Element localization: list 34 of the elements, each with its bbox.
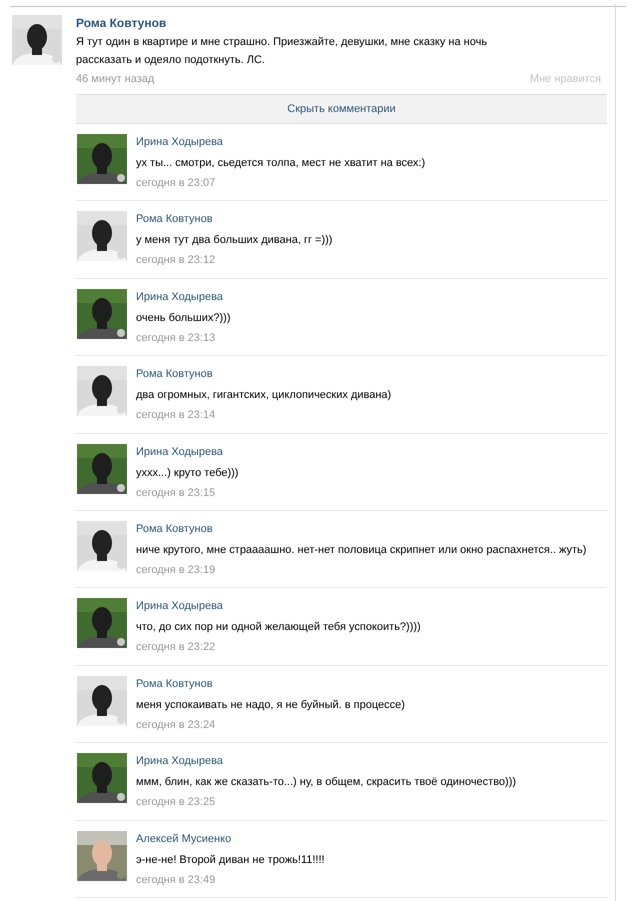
comment-time: сегодня в 23:14 [136, 408, 216, 422]
author-name[interactable]: Ирина Ходырева [136, 444, 238, 459]
comment-text: э-не-не! Второй диван не трожь!11!!!! [136, 852, 325, 867]
comment-text: два огромных, гигантских, циклопических дивана) [136, 388, 392, 402]
comment-time: сегодня в 23:24 [136, 718, 216, 732]
comment-text: ммм, блин, как же сказать-то...) ну, в общем, скрасить твоё одиночество))) [136, 775, 516, 790]
comment-time: сегодня в 23:13 [136, 330, 216, 345]
comment-time: сегодня в 23:12 [136, 253, 216, 268]
author-name[interactable]: Рома Ковтунов [136, 676, 405, 691]
comment-time: сегодня в 23:49 [136, 872, 216, 887]
author-name[interactable]: Ирина Ходырева [136, 599, 421, 614]
author-name[interactable]: Рома Ковтунов [76, 16, 607, 30]
comment-time: сегодня в 23:22 [136, 640, 216, 654]
author-name[interactable]: Ирина Ходырева [136, 754, 516, 768]
author-name[interactable]: Рома Ковтунов [136, 367, 392, 382]
comment-text: уххх...) круто тебе))) [136, 466, 238, 480]
comment-time: сегодня в 23:19 [136, 562, 216, 577]
comment-time: сегодня в 23:07 [136, 176, 216, 190]
author-name[interactable]: Ирина Ходырева [136, 135, 426, 149]
comment-text: меня успокаивать не надо, я не буйный. в процессе) [136, 698, 405, 712]
comment-time: сегодня в 23:15 [136, 486, 216, 500]
comment-time: сегодня в 23:25 [136, 795, 216, 810]
comment-text: ниче крутого, мне страааашно. нет-нет половица скрипнет или окно распахнется.. жуть) [136, 542, 586, 557]
comment-text: что, до сих пор ни одной желающей тебя успокоить?)))) [136, 620, 421, 634]
author-name[interactable]: Рома Ковтунов [136, 522, 586, 536]
post-text: Я тут один в квартире и мне страшно. Приезжайте, девушки, мне сказку на ночь рассказать и одеяло подоткнуть. ЛС. [76, 35, 488, 68]
author-name[interactable]: Рома Ковтунов [136, 212, 332, 226]
hide-comments-button[interactable]: Скрыть комментарии [76, 94, 607, 124]
comment-text: очень больших?))) [136, 310, 230, 325]
comment-text: у меня тут два больших дивана, гг =))) [136, 233, 332, 248]
author-name[interactable]: Ирина Ходырева [136, 290, 230, 304]
comment-text: ух ты... смотри, сьедется толпа, мест не хватит на всех:) [136, 156, 426, 170]
post-time: 46 минут назад [76, 72, 154, 87]
author-name[interactable]: Алексей Мусиенко [136, 832, 325, 846]
